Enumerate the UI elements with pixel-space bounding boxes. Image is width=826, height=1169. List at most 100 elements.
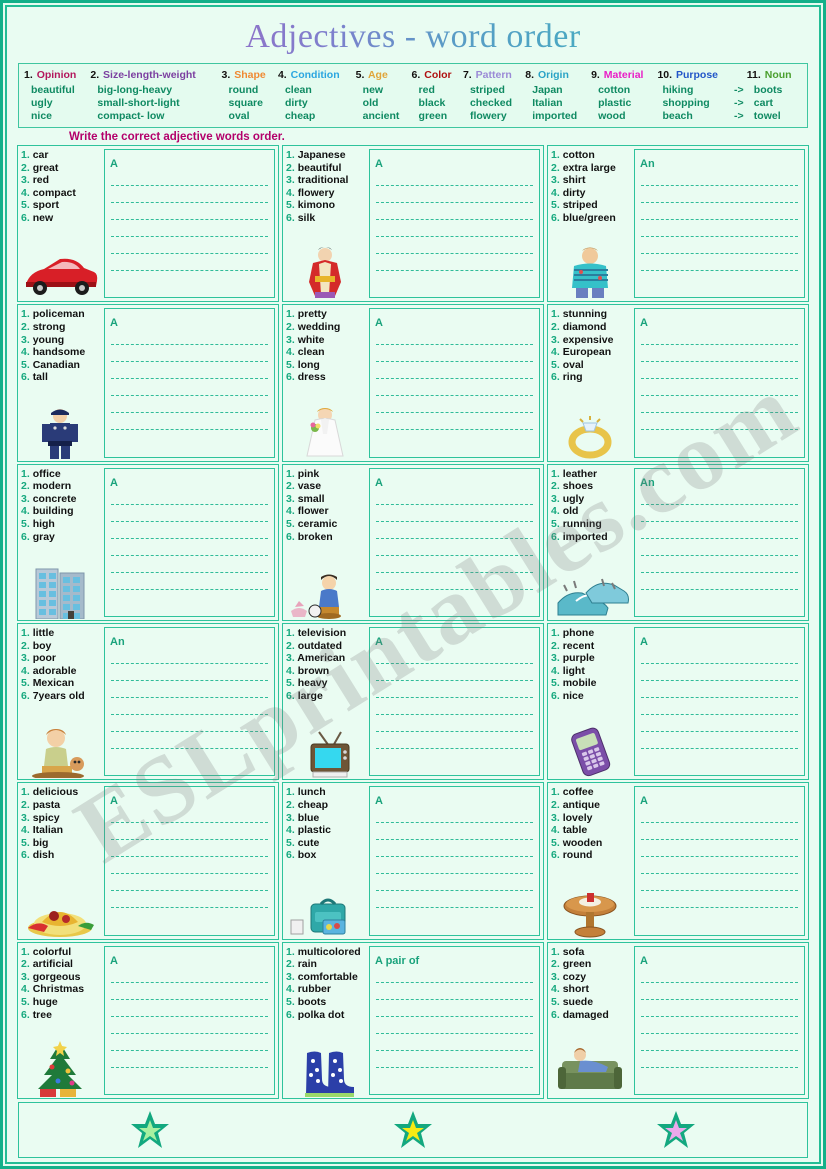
answer-line[interactable] bbox=[641, 169, 798, 186]
answer-line[interactable] bbox=[641, 891, 798, 909]
answer-line[interactable] bbox=[376, 362, 533, 380]
answer-line[interactable] bbox=[111, 186, 268, 203]
answer-line[interactable] bbox=[376, 1051, 533, 1068]
answer-area[interactable]: A bbox=[369, 786, 540, 936]
answer-area[interactable]: An bbox=[634, 149, 805, 299]
answer-line[interactable] bbox=[641, 806, 798, 824]
answer-line[interactable] bbox=[376, 664, 533, 681]
answer-line[interactable] bbox=[641, 362, 798, 380]
answer-line[interactable] bbox=[376, 966, 533, 983]
answer-line[interactable] bbox=[641, 539, 798, 556]
answer-line[interactable] bbox=[376, 573, 533, 590]
answer-line[interactable] bbox=[376, 874, 533, 892]
answer-line[interactable] bbox=[376, 806, 533, 824]
answer-line[interactable] bbox=[111, 203, 268, 220]
answer-area[interactable]: A bbox=[634, 945, 805, 1095]
answer-line[interactable] bbox=[641, 1017, 798, 1034]
answer-area[interactable]: A bbox=[104, 786, 275, 936]
answer-line[interactable] bbox=[111, 647, 268, 664]
answer-line[interactable] bbox=[641, 556, 798, 573]
answer-area[interactable]: A bbox=[104, 308, 275, 458]
answer-area[interactable]: A bbox=[104, 149, 275, 299]
answer-line[interactable] bbox=[641, 203, 798, 220]
answer-line[interactable] bbox=[376, 169, 533, 186]
answer-line[interactable] bbox=[111, 806, 268, 824]
answer-line[interactable] bbox=[641, 647, 798, 664]
answer-line[interactable] bbox=[376, 237, 533, 254]
answer-line[interactable] bbox=[111, 254, 268, 271]
answer-line[interactable] bbox=[111, 237, 268, 254]
answer-line[interactable] bbox=[111, 664, 268, 681]
answer-line[interactable] bbox=[111, 1034, 268, 1051]
answer-line[interactable] bbox=[641, 983, 798, 1000]
answer-line[interactable] bbox=[376, 647, 533, 664]
answer-area[interactable]: A bbox=[369, 308, 540, 458]
answer-line[interactable] bbox=[641, 379, 798, 397]
answer-line[interactable] bbox=[376, 379, 533, 397]
answer-line[interactable] bbox=[111, 840, 268, 858]
answer-line[interactable] bbox=[641, 715, 798, 732]
answer-line[interactable] bbox=[641, 505, 798, 522]
answer-line[interactable] bbox=[641, 664, 798, 681]
answer-line[interactable] bbox=[376, 203, 533, 220]
answer-line[interactable] bbox=[641, 840, 798, 858]
answer-line[interactable] bbox=[641, 237, 798, 254]
answer-line[interactable] bbox=[111, 698, 268, 715]
answer-area[interactable]: A bbox=[369, 467, 540, 617]
answer-line[interactable] bbox=[111, 573, 268, 590]
answer-area[interactable]: A bbox=[634, 308, 805, 458]
answer-line[interactable] bbox=[111, 488, 268, 505]
answer-line[interactable] bbox=[641, 681, 798, 698]
answer-line[interactable] bbox=[376, 681, 533, 698]
answer-area[interactable]: A bbox=[634, 626, 805, 777]
answer-line[interactable] bbox=[376, 539, 533, 556]
answer-line[interactable] bbox=[376, 891, 533, 909]
answer-line[interactable] bbox=[641, 396, 798, 414]
answer-line[interactable] bbox=[376, 186, 533, 203]
answer-area[interactable]: A pair of bbox=[369, 945, 540, 1095]
answer-area[interactable]: A bbox=[634, 786, 805, 936]
answer-line[interactable] bbox=[641, 413, 798, 431]
answer-line[interactable] bbox=[111, 413, 268, 431]
answer-area[interactable]: An bbox=[634, 467, 805, 617]
answer-line[interactable] bbox=[641, 1051, 798, 1068]
answer-line[interactable] bbox=[111, 539, 268, 556]
answer-line[interactable] bbox=[111, 345, 268, 363]
answer-line[interactable] bbox=[376, 1000, 533, 1017]
answer-line[interactable] bbox=[376, 488, 533, 505]
answer-line[interactable] bbox=[376, 823, 533, 841]
answer-line[interactable] bbox=[641, 1000, 798, 1017]
answer-line[interactable] bbox=[111, 681, 268, 698]
answer-line[interactable] bbox=[641, 966, 798, 983]
answer-line[interactable] bbox=[641, 220, 798, 237]
answer-line[interactable] bbox=[111, 505, 268, 522]
answer-line[interactable] bbox=[111, 379, 268, 397]
answer-line[interactable] bbox=[111, 874, 268, 892]
answer-line[interactable] bbox=[111, 983, 268, 1000]
answer-area[interactable]: A bbox=[369, 149, 540, 299]
answer-line[interactable] bbox=[111, 891, 268, 909]
answer-line[interactable] bbox=[376, 840, 533, 858]
answer-line[interactable] bbox=[376, 505, 533, 522]
answer-line[interactable] bbox=[641, 328, 798, 346]
answer-line[interactable] bbox=[111, 1000, 268, 1017]
answer-line[interactable] bbox=[111, 522, 268, 539]
answer-line[interactable] bbox=[376, 328, 533, 346]
answer-line[interactable] bbox=[641, 345, 798, 363]
answer-line[interactable] bbox=[111, 715, 268, 732]
answer-line[interactable] bbox=[111, 823, 268, 841]
answer-area[interactable]: An bbox=[104, 626, 275, 777]
answer-line[interactable] bbox=[641, 732, 798, 749]
answer-area[interactable]: A bbox=[104, 945, 275, 1095]
answer-line[interactable] bbox=[376, 556, 533, 573]
answer-line[interactable] bbox=[641, 573, 798, 590]
answer-line[interactable] bbox=[376, 857, 533, 875]
answer-line[interactable] bbox=[641, 186, 798, 203]
answer-line[interactable] bbox=[111, 362, 268, 380]
answer-line[interactable] bbox=[641, 1034, 798, 1051]
answer-line[interactable] bbox=[111, 1051, 268, 1068]
answer-line[interactable] bbox=[376, 254, 533, 271]
answer-line[interactable] bbox=[376, 1034, 533, 1051]
answer-line[interactable] bbox=[376, 983, 533, 1000]
answer-line[interactable] bbox=[641, 823, 798, 841]
